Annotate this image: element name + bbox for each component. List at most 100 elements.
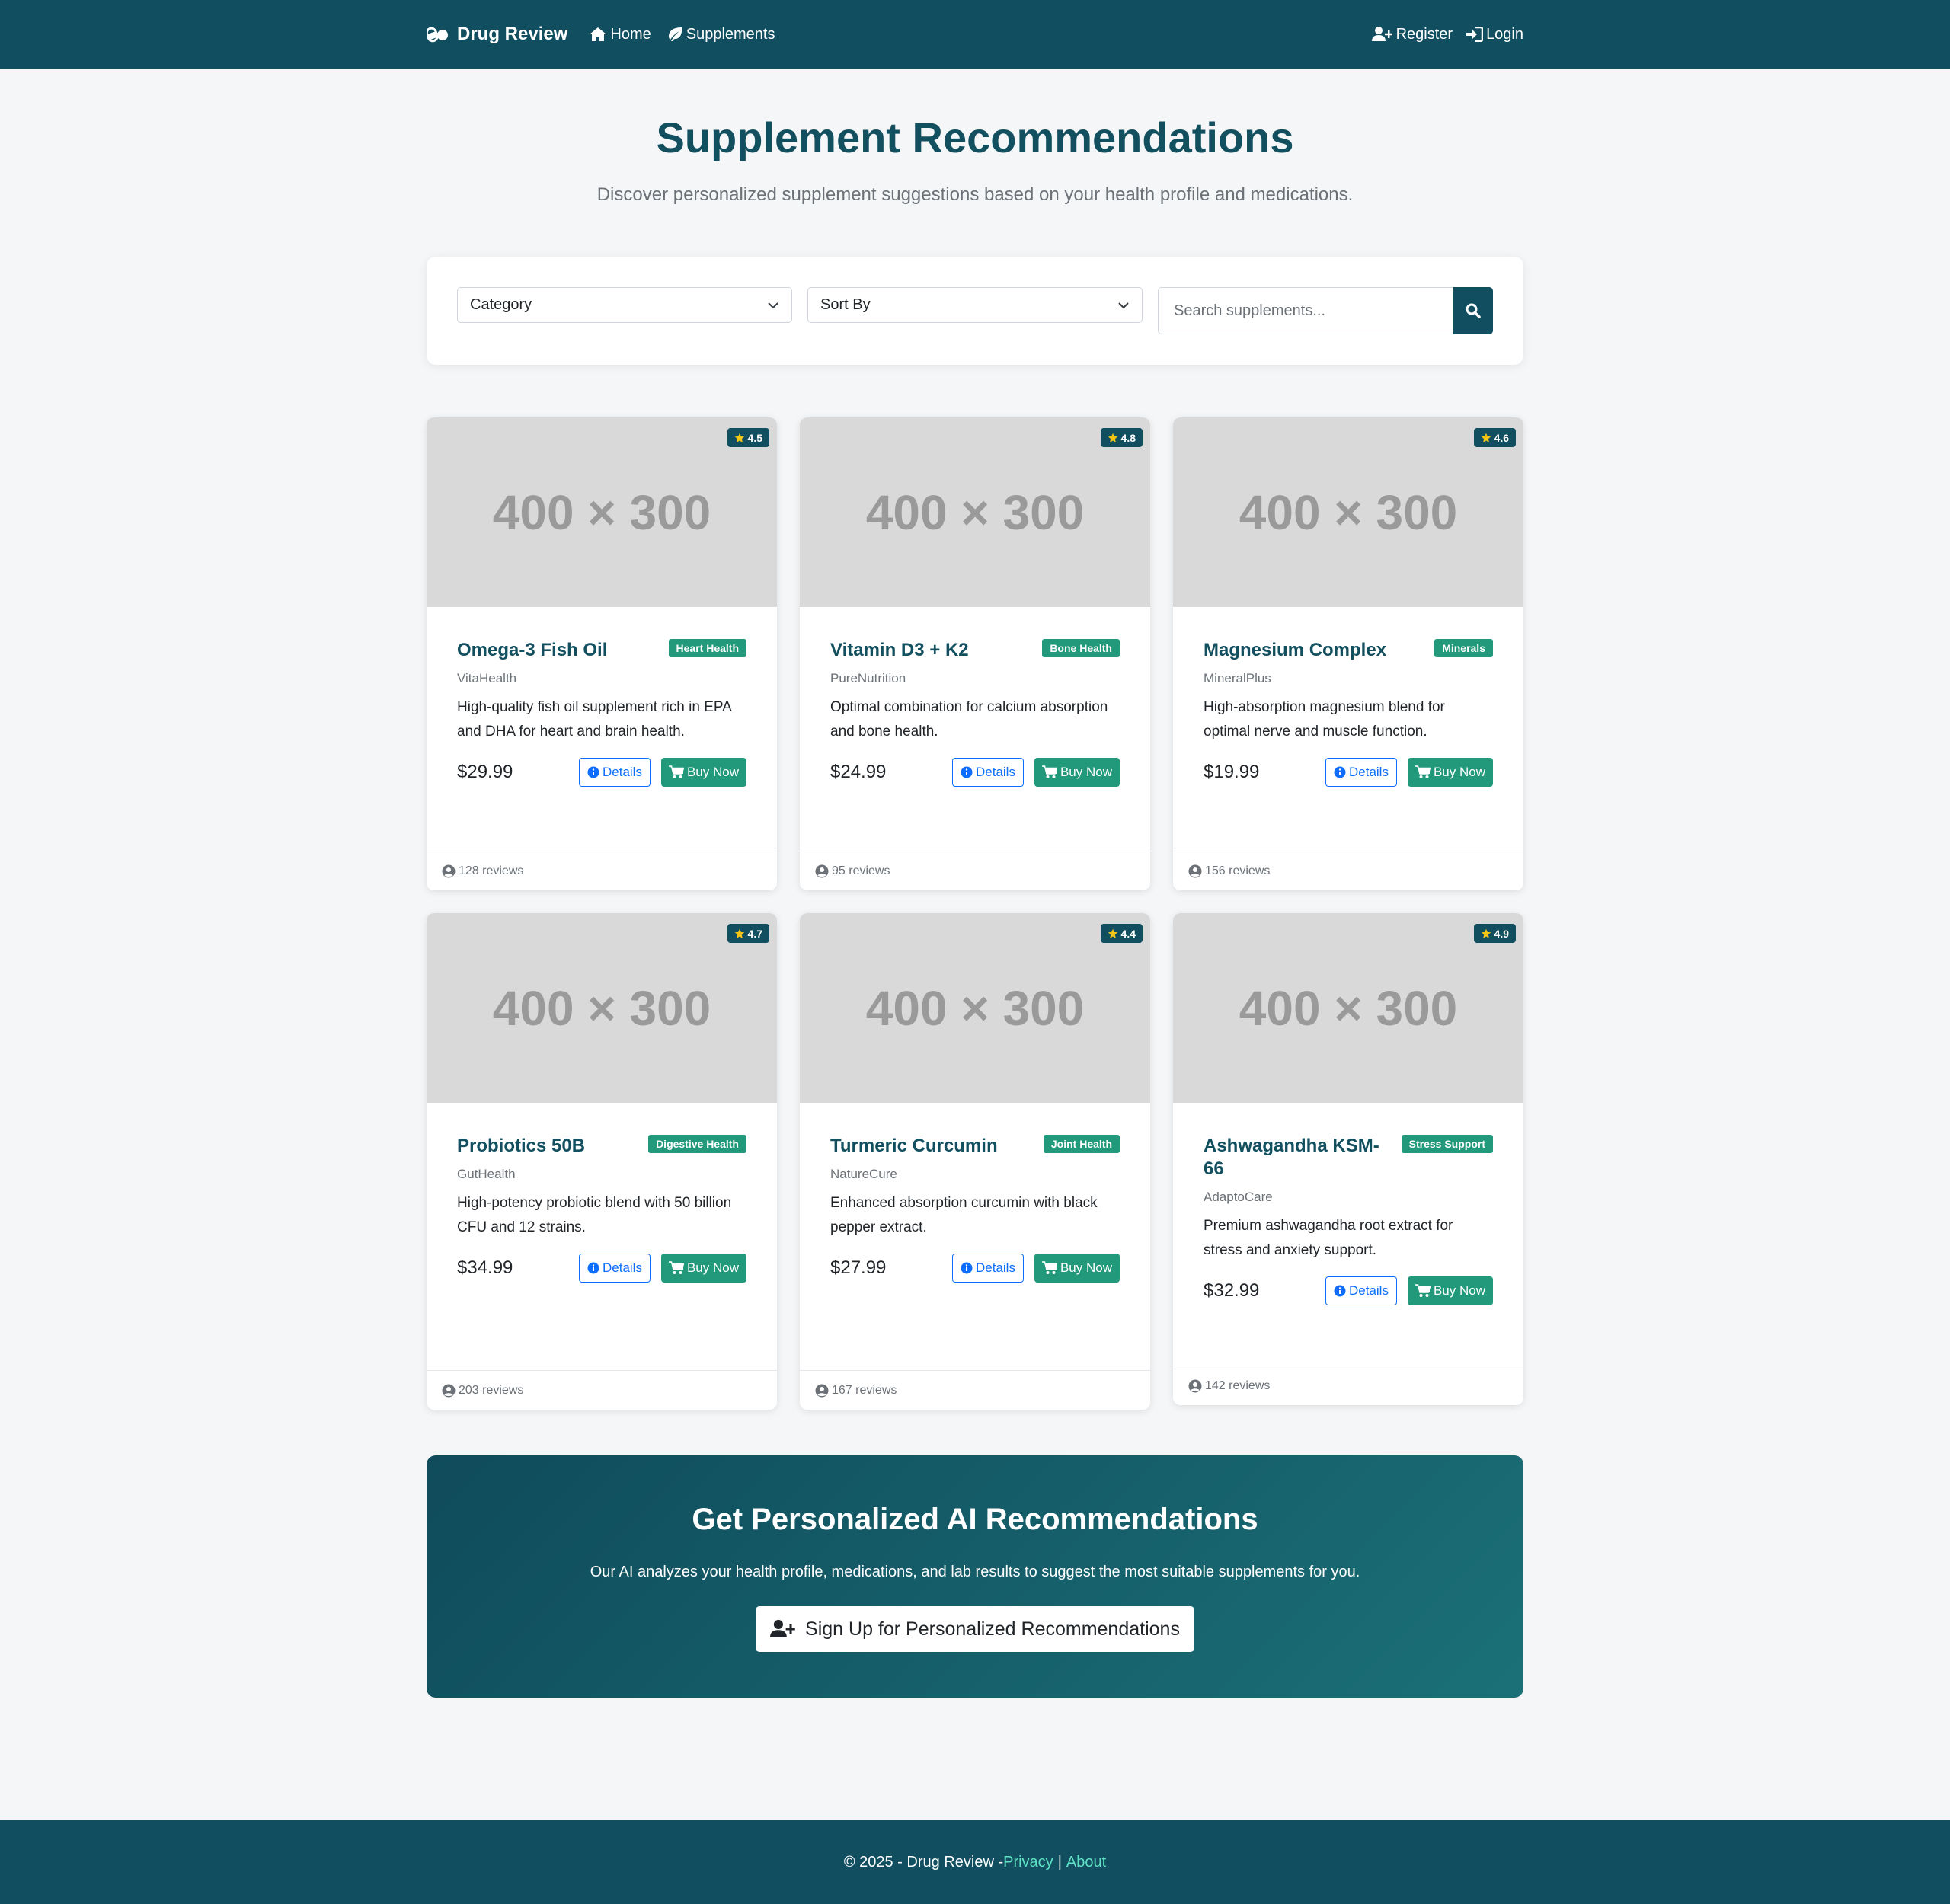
product-image: 400 × 300 bbox=[427, 913, 777, 1103]
review-count: 203 reviews bbox=[459, 1383, 524, 1397]
product-image: 400 × 300 bbox=[1173, 913, 1523, 1103]
info-circle-icon bbox=[587, 766, 599, 778]
star-icon bbox=[1481, 433, 1491, 442]
product-image-placeholder: 400 × 300 bbox=[492, 484, 711, 540]
rating-value: 4.7 bbox=[747, 927, 762, 940]
star-icon bbox=[1481, 928, 1491, 938]
product-price: $29.99 bbox=[457, 762, 513, 782]
details-button-label: Details bbox=[1349, 765, 1389, 779]
rating-badge: 4.7 bbox=[727, 924, 769, 943]
user-circle-icon bbox=[1188, 1379, 1202, 1392]
details-button-label: Details bbox=[603, 765, 642, 779]
product-body: Turmeric Curcumin Joint Health NatureCur… bbox=[830, 1103, 1120, 1283]
cart-icon bbox=[1041, 1261, 1057, 1274]
details-button[interactable]: Details bbox=[579, 758, 651, 787]
details-button-label: Details bbox=[603, 1260, 642, 1275]
buy-now-button[interactable]: Buy Now bbox=[1407, 758, 1493, 787]
brand-link[interactable]: Drug Review bbox=[427, 24, 567, 45]
review-count: 95 reviews bbox=[832, 864, 890, 877]
user-circle-icon bbox=[442, 1384, 456, 1397]
category-badge: Heart Health bbox=[668, 639, 746, 657]
buy-now-button[interactable]: Buy Now bbox=[660, 1254, 746, 1283]
chevron-down-icon bbox=[768, 302, 778, 308]
product-name: Vitamin D3 + K2 bbox=[830, 640, 969, 660]
details-button-label: Details bbox=[976, 765, 1015, 779]
buy-now-button[interactable]: Buy Now bbox=[1407, 1276, 1493, 1305]
nav-supplements[interactable]: Supplements bbox=[667, 26, 775, 43]
details-button[interactable]: Details bbox=[1325, 758, 1397, 787]
sort-select[interactable]: Sort By bbox=[807, 287, 1143, 323]
product-name: Magnesium Complex bbox=[1204, 640, 1387, 660]
card-footer: 156 reviews bbox=[1173, 851, 1523, 890]
sign-in-icon bbox=[1466, 27, 1484, 42]
user-circle-icon bbox=[815, 864, 829, 877]
rating-value: 4.6 bbox=[1494, 431, 1509, 444]
navbar: Drug Review Home Supplements Register Lo… bbox=[0, 0, 1950, 69]
buy-now-button[interactable]: Buy Now bbox=[660, 758, 746, 787]
product-price: $19.99 bbox=[1204, 762, 1260, 782]
review-count: 128 reviews bbox=[459, 864, 524, 877]
review-count: 142 reviews bbox=[1205, 1378, 1271, 1392]
buy-now-button[interactable]: Buy Now bbox=[1034, 758, 1120, 787]
page-title: Supplement Recommendations bbox=[656, 113, 1294, 161]
footer-separator: | bbox=[1057, 1853, 1062, 1870]
buy-now-button[interactable]: Buy Now bbox=[1034, 1254, 1120, 1283]
product-name: Omega-3 Fish Oil bbox=[457, 640, 608, 660]
product-description: High-potency probiotic blend with 50 bil… bbox=[457, 1195, 732, 1235]
product-card: 400 × 300 4.9 Ashwagandha KSM-66 Stress … bbox=[1173, 913, 1523, 1405]
chevron-down-icon bbox=[1118, 302, 1129, 308]
info-circle-icon bbox=[1334, 766, 1346, 778]
search-group bbox=[1158, 287, 1493, 334]
details-button[interactable]: Details bbox=[579, 1254, 651, 1283]
rating-value: 4.8 bbox=[1120, 431, 1136, 444]
category-badge: Bone Health bbox=[1042, 639, 1120, 657]
details-button[interactable]: Details bbox=[1325, 1276, 1397, 1305]
cta-text: Our AI analyzes your health profile, med… bbox=[590, 1564, 1360, 1580]
nav-register-label: Register bbox=[1395, 25, 1453, 43]
star-icon bbox=[1108, 433, 1117, 442]
privacy-link[interactable]: Privacy bbox=[1003, 1854, 1053, 1871]
star-icon bbox=[1108, 928, 1117, 938]
rating-badge: 4.6 bbox=[1473, 428, 1516, 447]
product-brand: NatureCure bbox=[830, 1167, 897, 1181]
review-count: 156 reviews bbox=[1205, 864, 1271, 877]
rating-value: 4.4 bbox=[1120, 927, 1136, 940]
nav-supplements-label: Supplements bbox=[686, 25, 775, 43]
search-button[interactable] bbox=[1453, 287, 1493, 334]
product-description: Premium ashwagandha root extract for str… bbox=[1204, 1218, 1453, 1258]
category-badge: Minerals bbox=[1434, 639, 1493, 657]
product-card: 400 × 300 4.4 Turmeric Curcumin Joint He… bbox=[800, 913, 1150, 1410]
product-body: Vitamin D3 + K2 Bone Health PureNutritio… bbox=[830, 607, 1120, 787]
brand-name: Drug Review bbox=[457, 24, 568, 44]
leaf-icon bbox=[668, 27, 682, 41]
details-button[interactable]: Details bbox=[952, 758, 1024, 787]
rating-badge: 4.8 bbox=[1100, 428, 1143, 447]
nav-register[interactable]: Register bbox=[1371, 25, 1453, 43]
page-footer: © 2025 - Drug Review - Privacy | About bbox=[0, 1820, 1950, 1904]
buy-now-button-label: Buy Now bbox=[686, 1260, 739, 1275]
nav-login-label: Login bbox=[1486, 25, 1523, 43]
details-button[interactable]: Details bbox=[952, 1254, 1024, 1283]
product-card: 400 × 300 4.8 Vitamin D3 + K2 Bone Healt… bbox=[800, 417, 1150, 890]
buy-now-button-label: Buy Now bbox=[1060, 1260, 1112, 1275]
search-input[interactable] bbox=[1158, 287, 1453, 334]
product-brand: VitaHealth bbox=[457, 671, 517, 685]
product-price: $34.99 bbox=[457, 1257, 513, 1278]
info-circle-icon bbox=[961, 1262, 973, 1274]
product-description: Optimal combination for calcium absorpti… bbox=[830, 699, 1108, 740]
about-link[interactable]: About bbox=[1066, 1854, 1106, 1871]
category-badge: Joint Health bbox=[1043, 1135, 1120, 1153]
rating-badge: 4.4 bbox=[1100, 924, 1143, 943]
product-description: High-quality fish oil supplement rich in… bbox=[457, 699, 731, 740]
nav-login[interactable]: Login bbox=[1466, 26, 1523, 43]
card-footer: 203 reviews bbox=[427, 1370, 777, 1410]
nav-home[interactable]: Home bbox=[589, 26, 651, 43]
category-select[interactable]: Category bbox=[457, 287, 792, 323]
product-name: Turmeric Curcumin bbox=[830, 1136, 998, 1156]
cart-icon bbox=[1415, 1284, 1431, 1297]
pills-icon bbox=[427, 27, 448, 43]
product-body: Probiotics 50B Digestive Health GutHealt… bbox=[457, 1103, 746, 1283]
rating-badge: 4.9 bbox=[1473, 924, 1516, 943]
signup-recommendations-button[interactable]: Sign Up for Personalized Recommendations bbox=[756, 1606, 1194, 1652]
signup-button-label: Sign Up for Personalized Recommendations bbox=[805, 1618, 1180, 1640]
